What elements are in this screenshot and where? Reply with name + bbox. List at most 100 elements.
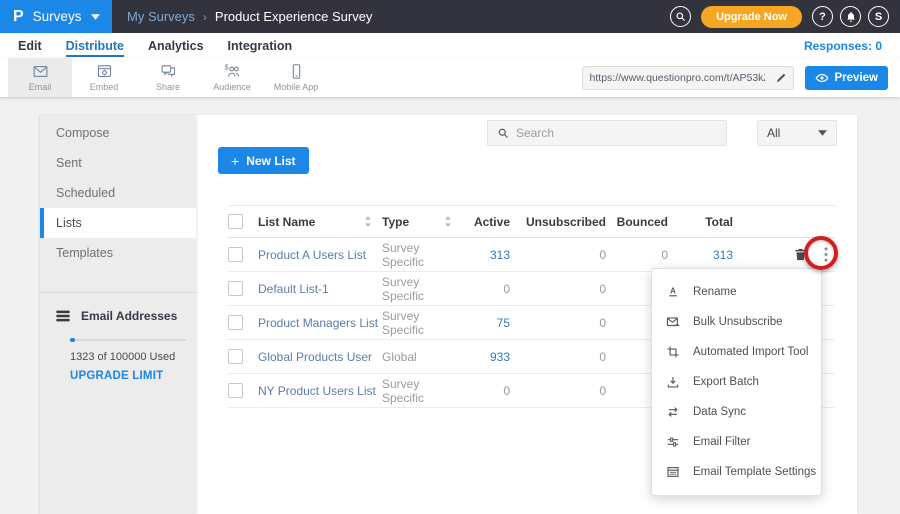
eye-icon bbox=[815, 71, 829, 85]
menu-item-label: Email Template Settings bbox=[693, 466, 816, 478]
menu-item-label: Export Batch bbox=[693, 376, 759, 388]
column-header-active[interactable]: Active bbox=[462, 215, 510, 229]
list-type: Global bbox=[382, 350, 462, 364]
sidebar-item-lists[interactable]: Lists bbox=[40, 208, 196, 238]
distribute-toolbar: Email Embed Share $ Audience Mobile App Previ… bbox=[0, 58, 900, 97]
unsubscribed-count: 0 bbox=[510, 384, 606, 398]
menu-item-label: Email Filter bbox=[693, 436, 751, 448]
list-name-link[interactable]: Product A Users List bbox=[258, 248, 382, 262]
unsubscribed-count: 0 bbox=[510, 248, 606, 262]
surveys-menu[interactable]: P Surveys bbox=[0, 0, 112, 33]
bulk-unsubscribe-icon bbox=[666, 315, 680, 329]
channel-label: Mobile App bbox=[274, 82, 319, 92]
channel-label: Share bbox=[156, 82, 180, 92]
row-checkbox[interactable] bbox=[228, 383, 243, 398]
email-usage-progress-fill bbox=[70, 338, 75, 342]
column-header-list-name[interactable]: List Name bbox=[258, 215, 382, 229]
survey-url-input[interactable] bbox=[583, 72, 769, 84]
svg-text:$: $ bbox=[224, 64, 228, 72]
search-icon bbox=[497, 127, 509, 139]
edit-url-button[interactable] bbox=[769, 67, 793, 89]
email-addresses-section: Email Addresses 1323 of 100000 Used UPGR… bbox=[40, 293, 196, 382]
menu-item-label: Rename bbox=[693, 286, 736, 298]
menu-item-export-batch[interactable]: Export Batch bbox=[652, 367, 821, 397]
export-batch-icon bbox=[666, 375, 680, 389]
channel-embed[interactable]: Embed bbox=[72, 58, 136, 97]
list-filter-value: All bbox=[767, 126, 780, 140]
channel-mobile-app[interactable]: Mobile App bbox=[264, 58, 328, 97]
tab-integration[interactable]: Integration bbox=[228, 35, 293, 57]
row-actions bbox=[777, 247, 835, 262]
nav-tabs: Edit Distribute Analytics Integration bbox=[18, 35, 292, 57]
active-count: 933 bbox=[462, 350, 510, 364]
email-usage-text: 1323 of 100000 Used bbox=[70, 351, 186, 363]
preview-label: Preview bbox=[835, 72, 878, 84]
new-list-button[interactable]: + New List bbox=[218, 147, 309, 174]
active-count: 0 bbox=[462, 384, 510, 398]
menu-item-rename[interactable]: A Rename bbox=[652, 277, 821, 307]
list-name-link[interactable]: NY Product Users List bbox=[258, 384, 382, 398]
menu-item-data-sync[interactable]: Data Sync bbox=[652, 397, 821, 427]
list-name-link[interactable]: Global Products User bbox=[258, 350, 382, 364]
column-header-type[interactable]: Type bbox=[382, 215, 462, 229]
plus-icon: + bbox=[231, 153, 239, 169]
column-header-unsubscribed[interactable]: Unsubscribed bbox=[510, 215, 606, 229]
breadcrumb-my-surveys[interactable]: My Surveys bbox=[127, 9, 195, 24]
responses-count[interactable]: Responses: 0 bbox=[804, 39, 882, 53]
column-header-bounced[interactable]: Bounced bbox=[606, 215, 668, 229]
select-all-checkbox[interactable] bbox=[228, 214, 243, 229]
channel-label: Email bbox=[29, 82, 52, 92]
row-checkbox[interactable] bbox=[228, 281, 243, 296]
search-icon bbox=[675, 11, 686, 22]
tab-distribute[interactable]: Distribute bbox=[66, 35, 124, 57]
list-filter-dropdown[interactable]: All bbox=[757, 120, 837, 146]
channel-audience[interactable]: $ Audience bbox=[200, 58, 264, 97]
list-search-input[interactable] bbox=[516, 126, 717, 140]
upgrade-limit-link[interactable]: UPGRADE LIMIT bbox=[70, 370, 186, 382]
total-count: 313 bbox=[668, 248, 733, 262]
sort-icon[interactable] bbox=[364, 216, 372, 227]
questionpro-logo: P bbox=[13, 8, 24, 26]
rename-icon: A bbox=[666, 285, 680, 299]
tab-analytics[interactable]: Analytics bbox=[148, 35, 204, 57]
menu-item-email-template-settings[interactable]: Email Template Settings bbox=[652, 457, 821, 487]
menu-item-email-filter[interactable]: Email Filter bbox=[652, 427, 821, 457]
channel-tabs: Email Embed Share $ Audience Mobile App bbox=[8, 58, 328, 97]
active-count: 75 bbox=[462, 316, 510, 330]
sort-icon[interactable] bbox=[444, 216, 452, 227]
list-name-link[interactable]: Default List-1 bbox=[258, 282, 382, 296]
breadcrumb: My Surveys › Product Experience Survey bbox=[127, 0, 372, 33]
row-checkbox[interactable] bbox=[228, 247, 243, 262]
channel-label: Audience bbox=[213, 82, 251, 92]
search-button[interactable] bbox=[670, 6, 691, 27]
list-name-link[interactable]: Product Managers List bbox=[258, 316, 382, 330]
menu-item-label: Automated Import Tool bbox=[693, 346, 809, 358]
sidebar-item-compose[interactable]: Compose bbox=[40, 118, 196, 148]
row-menu-button[interactable] bbox=[824, 247, 828, 262]
tab-edit[interactable]: Edit bbox=[18, 35, 42, 57]
menu-item-automated-import-tool[interactable]: Automated Import Tool bbox=[652, 337, 821, 367]
menu-item-bulk-unsubscribe[interactable]: Bulk Unsubscribe bbox=[652, 307, 821, 337]
list-context-menu: A Rename Bulk Unsubscribe Automated Import … bbox=[651, 268, 822, 496]
avatar[interactable]: S bbox=[868, 6, 889, 27]
delete-list-button[interactable] bbox=[793, 247, 808, 262]
upgrade-now-button[interactable]: Upgrade Now bbox=[701, 6, 802, 28]
sidebar-item-templates[interactable]: Templates bbox=[40, 238, 196, 268]
column-label: Type bbox=[382, 215, 409, 229]
channel-share[interactable]: Share bbox=[136, 58, 200, 97]
list-search-box bbox=[487, 120, 727, 146]
sidebar-item-scheduled[interactable]: Scheduled bbox=[40, 178, 196, 208]
survey-url-box bbox=[582, 66, 794, 90]
help-button[interactable]: ? bbox=[812, 6, 833, 27]
channel-email[interactable]: Email bbox=[8, 58, 72, 97]
list-type: Survey Specific bbox=[382, 241, 462, 269]
product-name: Surveys bbox=[33, 9, 82, 24]
menu-item-label: Data Sync bbox=[693, 406, 746, 418]
column-header-total[interactable]: Total bbox=[668, 215, 733, 229]
preview-button[interactable]: Preview bbox=[805, 66, 888, 90]
notifications-button[interactable] bbox=[840, 6, 861, 27]
row-checkbox[interactable] bbox=[228, 349, 243, 364]
sidebar-item-sent[interactable]: Sent bbox=[40, 148, 196, 178]
menu-item-label: Bulk Unsubscribe bbox=[693, 316, 782, 328]
row-checkbox[interactable] bbox=[228, 315, 243, 330]
